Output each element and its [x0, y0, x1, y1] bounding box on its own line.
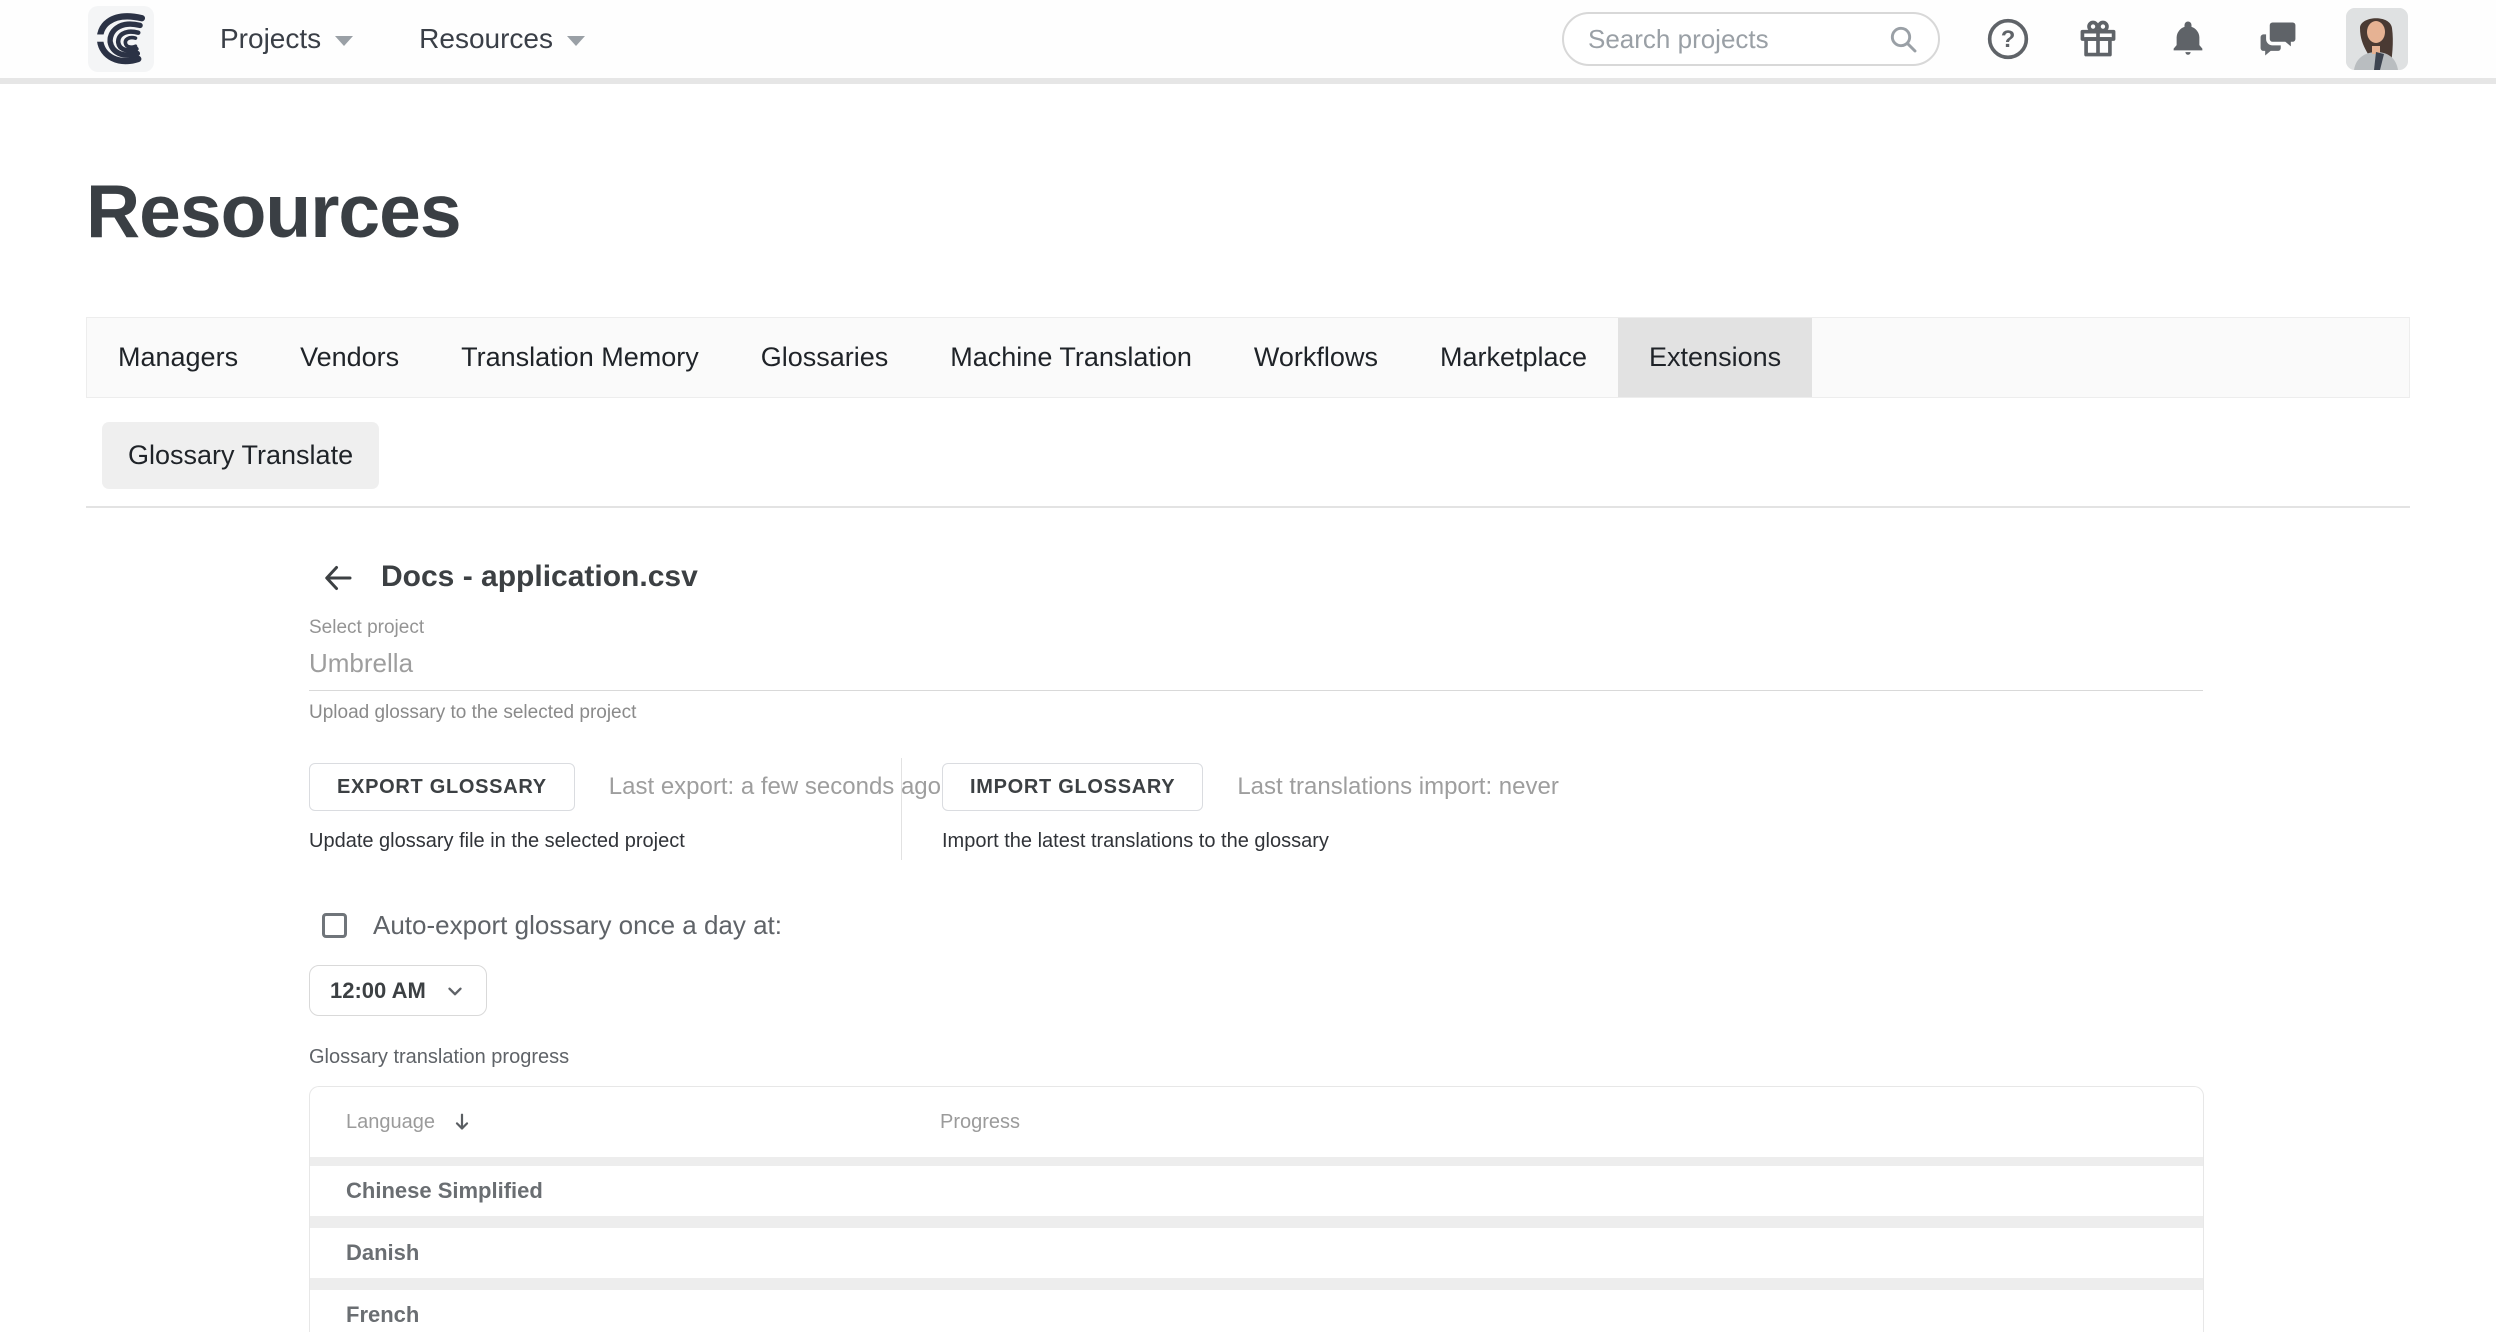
back-arrow-icon: [320, 560, 356, 596]
auto-export-checkbox[interactable]: [322, 913, 347, 938]
nav-menu-projects[interactable]: Projects: [220, 23, 353, 55]
progress-section-title: Glossary translation progress: [309, 1046, 569, 1069]
progress-bar-track: [940, 1182, 2171, 1200]
column-header-progress: Progress: [940, 1111, 1020, 1134]
search-input[interactable]: [1588, 24, 1886, 55]
auto-export-row: Auto-export glossary once a day at:: [322, 910, 782, 941]
progress-table: Language Progress Chinese Simplified: [309, 1086, 2204, 1332]
table-row[interactable]: French: [310, 1290, 2203, 1332]
nav-menu-resources[interactable]: Resources: [419, 23, 585, 55]
tab-managers[interactable]: Managers: [87, 318, 269, 397]
export-help-text: Update glossary file in the selected pro…: [309, 830, 685, 853]
tab-vendors[interactable]: Vendors: [269, 318, 430, 397]
gift-icon: [2076, 17, 2120, 61]
time-select-value: 12:00 AM: [330, 978, 426, 1004]
whats-new-button[interactable]: [2076, 17, 2120, 61]
row-divider: [310, 1216, 2203, 1228]
export-glossary-button[interactable]: EXPORT GLOSSARY: [309, 763, 575, 811]
back-button[interactable]: [316, 556, 360, 600]
top-navigation-bar: Projects Resources ?: [0, 0, 2496, 84]
notifications-bell-icon: [2167, 18, 2209, 60]
chevron-down-icon: [444, 980, 466, 1002]
sort-descending-arrow-icon: [451, 1111, 473, 1133]
svg-text:?: ?: [2001, 26, 2016, 53]
help-icon: ?: [1986, 17, 2030, 61]
column-header-language[interactable]: Language: [310, 1111, 473, 1134]
project-select-help: Upload glossary to the selected project: [309, 702, 636, 724]
nav-projects-label: Projects: [220, 23, 321, 55]
section-divider: [86, 506, 2410, 508]
search-box[interactable]: [1562, 12, 1940, 66]
language-cell: French: [310, 1302, 419, 1328]
tab-marketplace[interactable]: Marketplace: [1409, 318, 1618, 397]
row-divider: [310, 1278, 2203, 1290]
topbar-right-group: ?: [1562, 8, 2408, 70]
nav-resources-label: Resources: [419, 23, 553, 55]
table-row[interactable]: Chinese Simplified: [310, 1166, 2203, 1216]
logo-swirl-icon: [92, 10, 150, 68]
subtab-glossary-translate[interactable]: Glossary Translate: [102, 422, 379, 489]
document-title: Docs - application.csv: [381, 560, 698, 594]
import-help-text: Import the latest translations to the gl…: [942, 830, 1329, 853]
import-glossary-button[interactable]: IMPORT GLOSSARY: [942, 763, 1203, 811]
progress-bar-track: [940, 1244, 2171, 1262]
search-icon[interactable]: [1886, 22, 1920, 56]
project-select[interactable]: Umbrella: [309, 648, 413, 679]
select-project-label: Select project: [309, 617, 424, 639]
app-logo[interactable]: [88, 6, 154, 72]
row-divider: [310, 1157, 2203, 1166]
project-select-underline: [309, 690, 2203, 691]
table-row[interactable]: Danish: [310, 1228, 2203, 1278]
messages-button[interactable]: [2256, 17, 2300, 61]
subtab-label: Glossary Translate: [128, 440, 353, 471]
tab-glossaries[interactable]: Glossaries: [730, 318, 920, 397]
language-cell: Danish: [310, 1240, 419, 1266]
last-export-status: Last export: a few seconds ago: [609, 773, 941, 801]
import-row: IMPORT GLOSSARY Last translations import…: [942, 763, 1559, 811]
chat-icon: [2256, 17, 2300, 61]
chevron-down-icon: [567, 36, 585, 46]
table-header-row: Language Progress: [310, 1087, 2203, 1157]
progress-bar-track: [940, 1306, 2171, 1324]
chevron-down-icon: [335, 36, 353, 46]
tab-extensions[interactable]: Extensions: [1618, 318, 1812, 397]
last-import-status: Last translations import: never: [1237, 773, 1558, 801]
language-column-label: Language: [346, 1111, 435, 1134]
tab-machine-translation[interactable]: Machine Translation: [919, 318, 1223, 397]
avatar[interactable]: [2346, 8, 2408, 70]
page-title: Resources: [86, 168, 461, 254]
auto-export-label: Auto-export glossary once a day at:: [373, 910, 782, 941]
tab-translation-memory[interactable]: Translation Memory: [430, 318, 730, 397]
time-select[interactable]: 12:00 AM: [309, 965, 487, 1016]
resources-tabstrip: Managers Vendors Translation Memory Glos…: [86, 317, 2410, 398]
app-window: Projects Resources ?: [0, 0, 2496, 1331]
tab-workflows[interactable]: Workflows: [1223, 318, 1409, 397]
language-cell: Chinese Simplified: [310, 1178, 543, 1204]
notifications-button[interactable]: [2166, 17, 2210, 61]
export-row: EXPORT GLOSSARY Last export: a few secon…: [309, 763, 941, 811]
help-button[interactable]: ?: [1986, 17, 2030, 61]
